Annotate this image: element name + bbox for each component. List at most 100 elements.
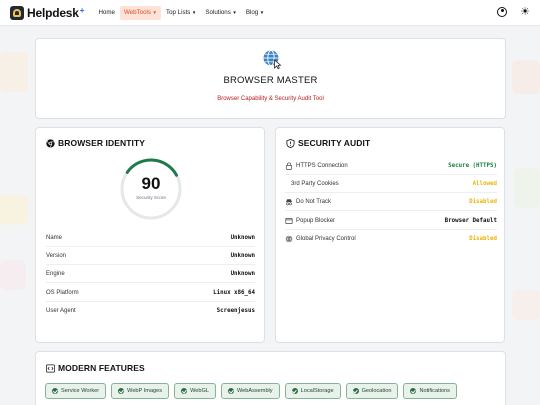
nav-top-lists[interactable]: Top Lists ▼ [162,6,200,20]
security-audit-title: SECURITY AUDIT [298,138,371,148]
security-value: Disabled [469,198,497,205]
nav-actions: ☀ [497,7,530,18]
security-score-value: 90 [141,174,161,193]
background-decoration [512,60,540,94]
security-score-label: Security Score [136,195,166,200]
top-navbar: Helpdesk + Home WebTools ▼ Top Lists ▼ Sol… [0,0,540,26]
nav-blog[interactable]: Blog ▼ [242,6,268,20]
security-row-cookies: 3rd Party Cookies Allowed [285,175,497,193]
shield-icon [286,138,295,148]
window-icon [285,217,293,224]
code-icon [46,364,55,372]
globe-cursor-icon [263,50,282,69]
theme-toggle-sun-icon[interactable]: ☀ [520,7,530,18]
identity-value: Linux x86_64 [213,289,255,296]
nav-home-label: Home [98,8,115,16]
nav-home[interactable]: Home [94,6,119,20]
check-circle-icon [352,388,359,394]
caret-down-icon: ▼ [259,9,265,15]
security-value: Disabled [469,236,497,242]
feature-badge: WebAssembly [220,383,280,399]
background-decoration [514,168,540,208]
caret-down-icon: ▼ [232,9,237,15]
security-audit-card: SECURITY AUDIT HTTPS Connection Secure (… [275,127,505,343]
headset-logo-icon [10,5,24,20]
feature-badge-label: Notifications [419,388,450,394]
background-decoration [0,195,28,225]
security-label: Do Not Track [296,198,332,205]
nav-top-lists-label: Top Lists [165,8,191,16]
security-value: Secure (HTTPS) [448,162,497,169]
browser-identity-title: BROWSER IDENTITY [58,138,146,148]
nav-solutions[interactable]: Solutions ▼ [201,6,240,20]
modern-features-title: MODERN FEATURES [58,363,145,373]
security-audit-header: SECURITY AUDIT [286,138,370,148]
identity-row-engine: Engine Unknown [46,265,255,283]
check-circle-icon [118,388,125,394]
nav-webtools[interactable]: WebTools ▼ [119,5,161,20]
page-title: BROWSER MASTER [223,75,318,86]
check-circle-icon [227,388,234,394]
main-nav: Home WebTools ▼ Top Lists ▼ Solutions ▼ Blo… [94,0,269,26]
security-label: HTTPS Connection [296,162,348,169]
check-circle-icon [52,388,58,394]
identity-row-version: Version Unknown [46,247,255,265]
security-row-gpc: Global Privacy Control Disabled [285,230,497,248]
background-decoration [0,260,26,290]
caret-down-icon: ▼ [191,9,197,15]
background-decoration [512,290,540,320]
feature-badge-label: Service Worker [61,388,100,394]
hero-card: BROWSER MASTER Browser Capability & Secu… [35,38,506,119]
cookie-icon [285,180,288,188]
security-row-https: HTTPS Connection Secure (HTTPS) [285,157,497,175]
security-row-popup: Popup Blocker Browser Default [285,212,497,230]
feature-badge: Service Worker [45,383,107,399]
feature-badge-label: WebAssembly [236,388,273,394]
identity-label: User Agent [46,308,76,314]
identity-value: Unknown [230,252,255,259]
feature-badge: Geolocation [345,383,399,399]
lock-icon [285,162,293,170]
identity-row-user-agent: User Agent Screenjesus [46,302,255,320]
brand-logo-link[interactable]: Helpdesk + [10,5,85,20]
check-circle-icon [291,388,298,394]
security-label: Global Privacy Control [296,236,356,242]
feature-badge: WebP Images [111,383,170,399]
feature-badge-label: Geolocation [361,388,392,394]
background-decoration [0,52,28,92]
feature-badge-label: WebGL [190,388,209,394]
feature-badge: WebGL [174,383,216,399]
brand-name: Helpdesk [27,5,79,20]
user-account-icon[interactable] [497,7,508,17]
nav-webtools-label: WebTools [123,8,152,16]
identity-row-os-platform: OS Platform Linux x86_64 [46,284,255,302]
identity-label: Version [46,252,67,259]
feature-badge: Notifications [403,383,457,399]
globe-icon [285,235,293,243]
check-circle-icon [181,388,188,394]
identity-value: Unknown [230,234,255,241]
caret-down-icon: ▼ [152,9,157,15]
feature-badge-label: LocalStorage [300,388,334,394]
browser-identity-card: BROWSER IDENTITY 90 Security Score Name … [35,127,265,343]
security-row-dnt: Do Not Track Disabled [285,193,497,211]
feature-badge: LocalStorage [284,383,341,399]
identity-label: Engine [46,270,65,277]
identity-value: Unknown [230,270,255,277]
browser-identity-header: BROWSER IDENTITY [46,138,145,148]
incognito-icon [286,198,292,205]
security-value: Allowed [472,180,497,187]
nav-blog-label: Blog [245,8,259,16]
feature-badges: Service Worker WebP Images WebGL WebAsse… [45,383,457,399]
feature-badge-label: WebP Images [127,388,163,394]
chrome-icon [46,138,55,148]
identity-row-name: Name Unknown [46,229,255,247]
identity-label: OS Platform [46,289,79,296]
brand-plus: + [79,6,85,15]
identity-label: Name [46,234,63,241]
check-circle-icon [410,388,417,394]
security-value: Browser Default [444,217,497,224]
identity-value: Screenjesus [216,308,255,314]
modern-features-card: MODERN FEATURES Service Worker WebP Imag… [35,351,506,405]
nav-solutions-label: Solutions [205,8,231,16]
